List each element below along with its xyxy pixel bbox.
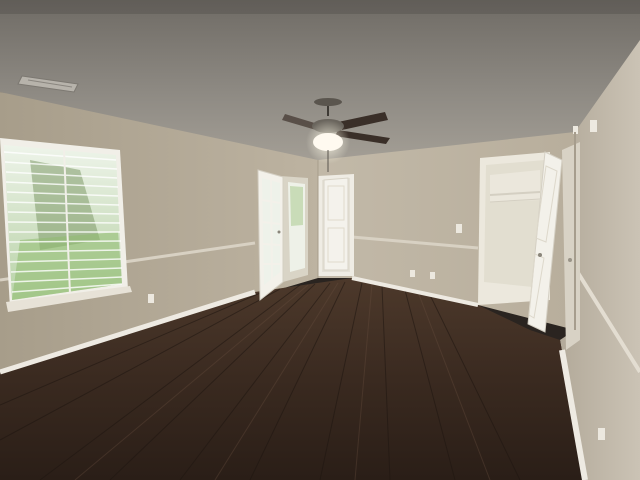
- outlet-left: [148, 294, 154, 303]
- outlet-right: [598, 428, 605, 440]
- window: [0, 138, 132, 312]
- french-door-opening: [280, 176, 308, 282]
- closet-door-handle[interactable]: [538, 253, 542, 257]
- french-door[interactable]: [257, 169, 284, 302]
- room-photo: [0, 0, 640, 480]
- hall-doorway: [318, 174, 354, 276]
- wall-sensor: [590, 120, 597, 132]
- outlet-back-2: [430, 272, 435, 279]
- fan-light: [313, 133, 343, 151]
- french-door-handle[interactable]: [277, 230, 281, 234]
- outlet-back: [410, 270, 415, 277]
- room-illustration: [0, 0, 640, 480]
- light-switch[interactable]: [456, 224, 462, 233]
